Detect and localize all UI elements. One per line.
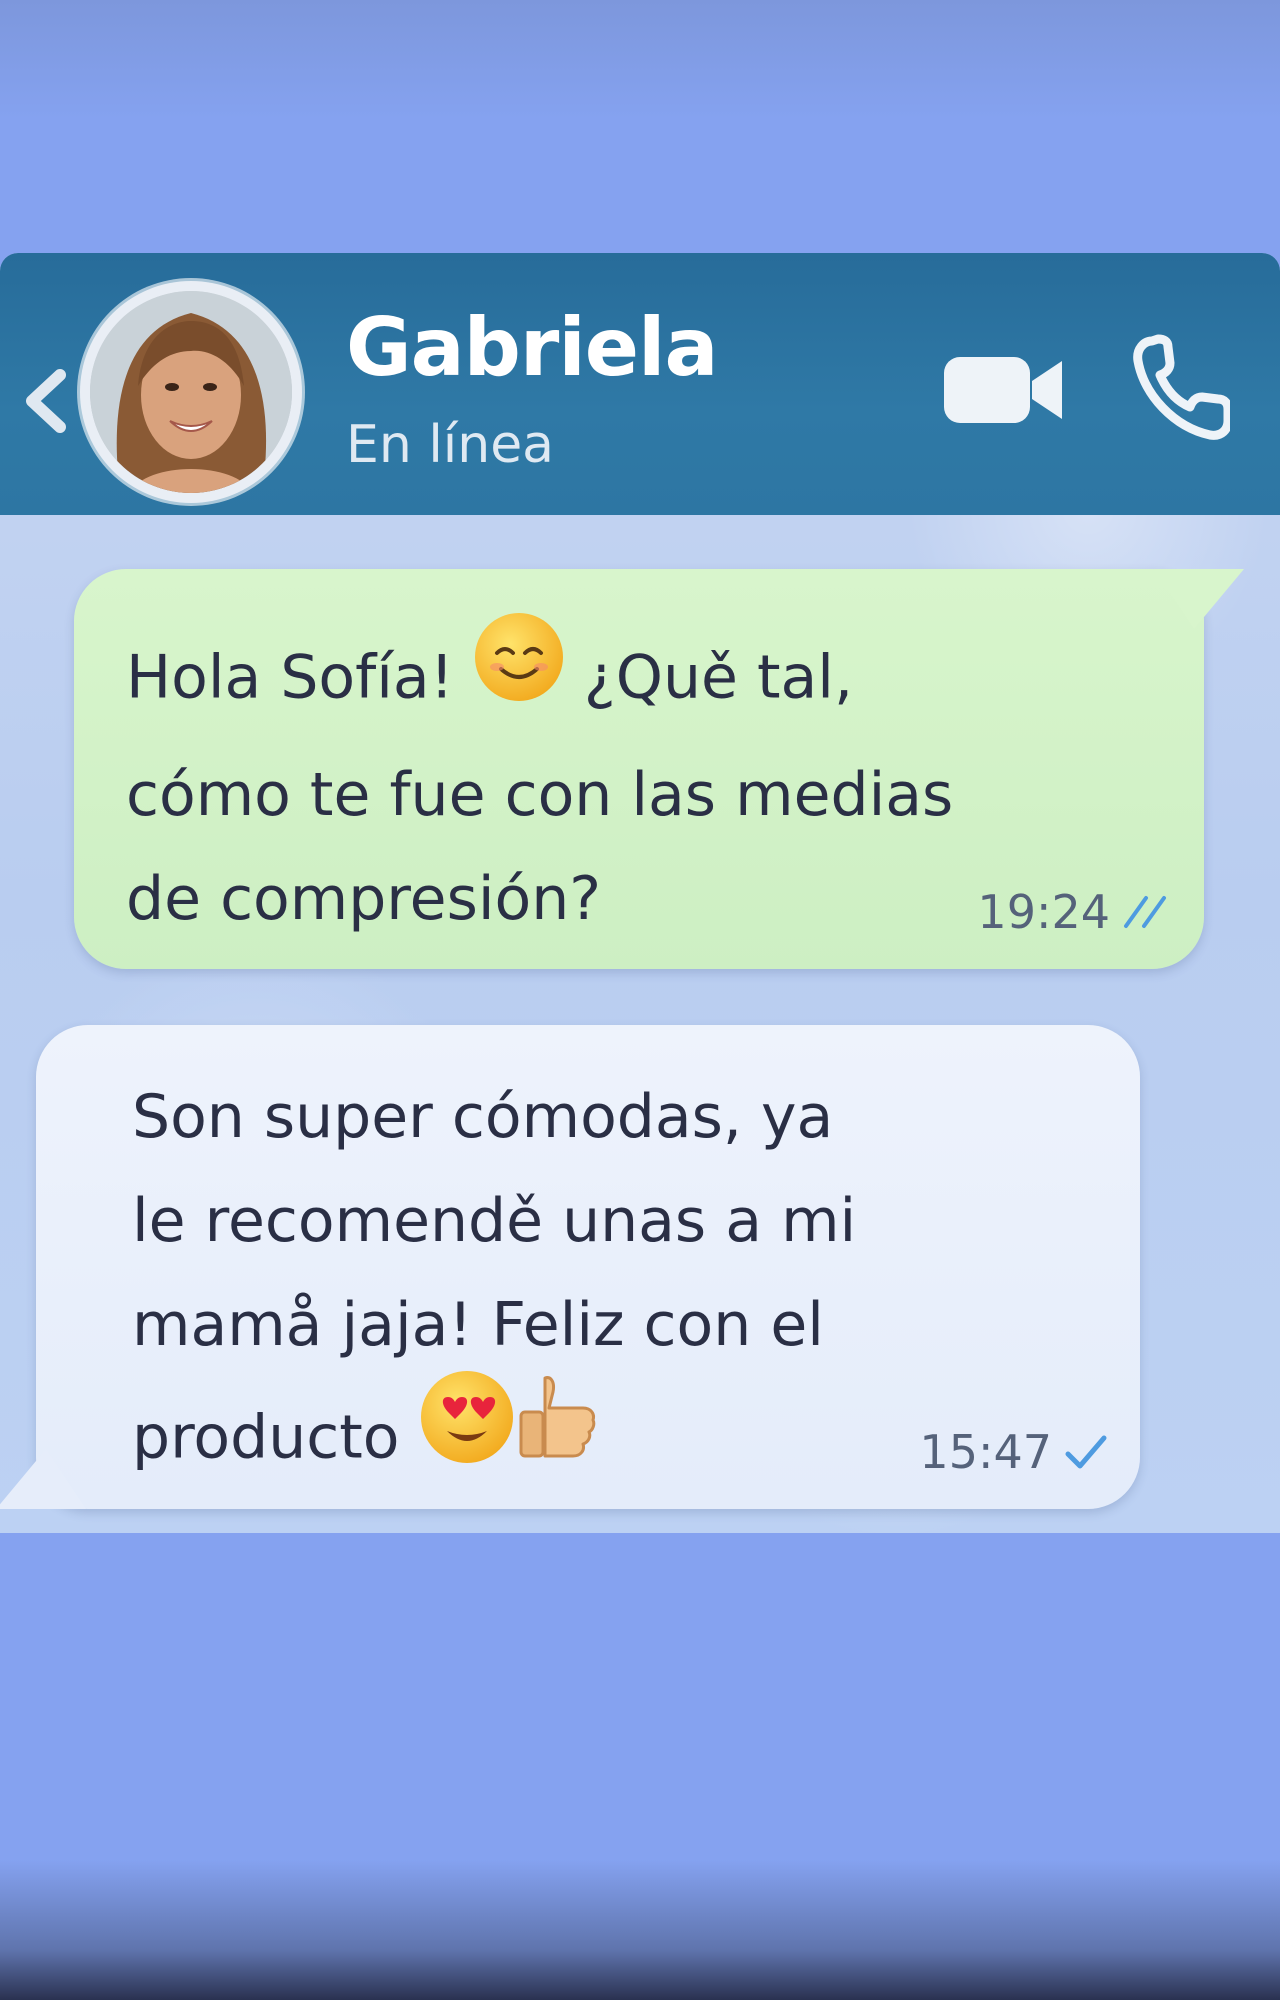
chat-header: Gabriela En línea [0, 253, 1280, 515]
contact-name: Gabriela [346, 301, 718, 394]
message-time: 15:47 [919, 1425, 1052, 1479]
thumbs-up-emoji-icon [515, 1372, 599, 1494]
incoming-message-bubble[interactable]: Son super cómodas, ya le recomendě unas … [0, 1025, 1140, 1509]
message-text: Hola Sofía! ¿Quě tal, cómo te fue con la… [126, 613, 953, 951]
avatar[interactable] [80, 281, 302, 503]
video-camera-icon[interactable] [940, 345, 1070, 435]
smiling-face-emoji-icon [473, 611, 565, 735]
heart-eyes-emoji-icon [419, 1369, 515, 1497]
message-text: Son super cómodas, ya le recomendě unas … [132, 1065, 856, 1505]
outgoing-message-bubble[interactable]: Hola Sofía! ¿Quě tal, cómo te fue con la… [74, 569, 1244, 969]
message-time: 19:24 [977, 885, 1110, 939]
bubble-tail [1154, 569, 1244, 629]
message-meta: 15:47 [919, 1425, 1110, 1479]
chat-window: Gabriela En línea Hola Sofía! ¿Quě tal, … [0, 253, 1280, 1533]
double-check-icon [1124, 895, 1166, 928]
bubble-tail [0, 1449, 86, 1509]
phone-icon[interactable] [1130, 333, 1230, 443]
message-meta: 19:24 [977, 885, 1176, 939]
single-check-icon [1065, 1435, 1107, 1468]
avatar-photo [90, 291, 292, 493]
back-chevron-icon[interactable] [18, 361, 74, 441]
contact-status: En línea [346, 415, 555, 475]
